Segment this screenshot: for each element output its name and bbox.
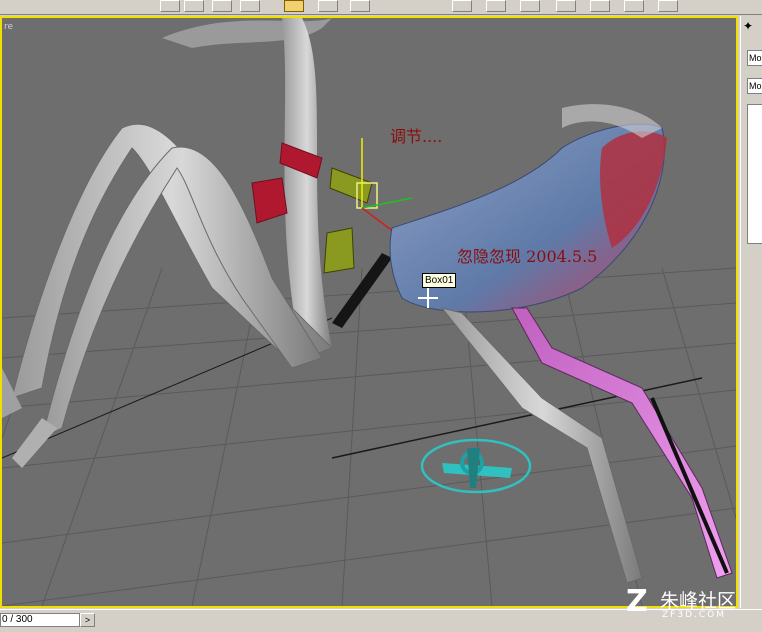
align-button[interactable] xyxy=(452,0,472,12)
mirror-button[interactable] xyxy=(350,0,370,12)
watermark-logo: Z 朱峰社区 ZF3D.COM xyxy=(626,584,756,628)
watermark-z-icon: Z xyxy=(626,584,648,619)
command-panel: Mo Mo xyxy=(740,16,762,608)
next-frame-button[interactable]: > xyxy=(80,613,95,627)
material-editor-button[interactable] xyxy=(590,0,610,12)
watermark-title: 朱峰社区 xyxy=(660,590,737,612)
modifier-name-field[interactable]: Mo xyxy=(747,50,762,66)
object-tooltip: Box01 xyxy=(422,273,457,288)
window-crossing-button[interactable] xyxy=(212,0,232,12)
main-toolbar xyxy=(0,0,762,15)
layer-button[interactable] xyxy=(486,0,506,12)
modifier-list-dropdown[interactable]: Mo xyxy=(747,78,762,94)
render-setup-button[interactable] xyxy=(624,0,644,12)
select-move-button[interactable] xyxy=(240,0,260,12)
move-cursor-icon xyxy=(418,288,438,308)
viewport-label[interactable]: re xyxy=(4,22,13,32)
annotation-date: 忽隐忽现 2004.5.5 xyxy=(457,247,598,266)
schematic-view-button[interactable] xyxy=(556,0,576,12)
select-scale-button[interactable] xyxy=(318,0,338,12)
curve-editor-button[interactable] xyxy=(520,0,540,12)
cyan-helper-circle xyxy=(420,438,532,494)
time-slider[interactable]: 0 / 300 xyxy=(0,613,80,627)
modifier-stack-list[interactable] xyxy=(747,104,762,244)
quick-render-button[interactable] xyxy=(658,0,678,12)
select-object-button[interactable] xyxy=(160,0,180,12)
select-region-button[interactable] xyxy=(184,0,204,12)
perspective-viewport[interactable]: re 调节.... 忽隐忽现 2004.5.5 xyxy=(0,16,738,608)
annotation-adjust: 调节.... xyxy=(390,127,443,146)
watermark-site: ZF3D.COM xyxy=(662,610,726,620)
scene-render xyxy=(2,18,736,606)
select-rotate-button[interactable] xyxy=(284,0,304,12)
plus-icon[interactable]: ✦ xyxy=(743,20,755,32)
